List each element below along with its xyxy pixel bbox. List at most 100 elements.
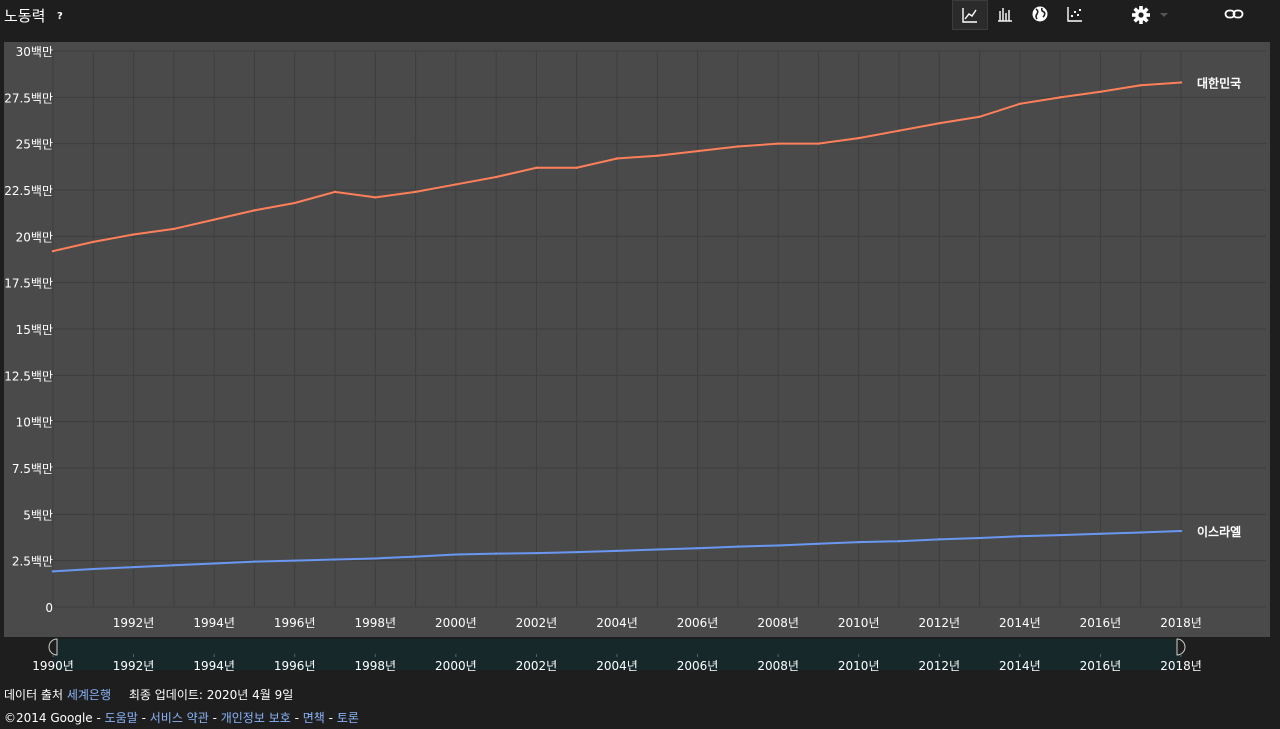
map-button[interactable] — [1023, 0, 1057, 28]
range-start-handle[interactable] — [48, 638, 58, 656]
timeline-label: 2010년 — [838, 659, 880, 672]
globe-icon — [1032, 6, 1048, 22]
data-point[interactable] — [817, 542, 820, 546]
data-point[interactable] — [212, 562, 216, 565]
footer-links: ©2014 Google - 도움말 - 서비스 약관 - 개인정보 보호 - … — [4, 711, 359, 725]
bar-chart-button[interactable] — [988, 0, 1022, 28]
data-point[interactable] — [494, 552, 498, 555]
discussion-link[interactable]: 토론 — [337, 711, 359, 725]
data-point[interactable] — [736, 545, 740, 548]
data-point[interactable] — [938, 122, 941, 125]
data-point[interactable] — [333, 190, 337, 194]
data-point[interactable] — [132, 233, 135, 236]
line-chart: 0 2.5백만 5백만 7.5백만 10백만 12.5백만 15백만 17.5백만 20백만 22… — [4, 45, 1266, 630]
data-point[interactable] — [92, 240, 95, 244]
data-point[interactable] — [253, 209, 256, 212]
data-point[interactable] — [978, 536, 981, 540]
x-tick-label: 2016년 — [1080, 616, 1122, 630]
range-end-handle[interactable] — [1176, 638, 1186, 656]
data-point[interactable] — [615, 157, 619, 160]
data-point[interactable] — [132, 565, 135, 569]
scatter-plot-icon — [1067, 7, 1082, 22]
top-bar: 노동력 ? — [0, 0, 1280, 42]
data-point[interactable] — [1179, 81, 1183, 84]
timeline-slider[interactable]: 1990년 1992년 1994년 1996년 1998년 2000년 2002년 2004년… — [4, 637, 1270, 673]
data-point[interactable] — [51, 249, 55, 253]
y-tick-label: 7.5백만 — [12, 462, 53, 476]
data-point[interactable] — [454, 553, 458, 556]
data-point[interactable] — [817, 142, 820, 145]
timeline-label: 2004년 — [596, 659, 638, 672]
data-point[interactable] — [938, 538, 941, 541]
data-point[interactable] — [696, 149, 699, 153]
line-chart-button[interactable] — [952, 0, 988, 30]
data-point[interactable] — [1139, 531, 1142, 534]
help-icon[interactable]: ? — [57, 11, 63, 22]
data-point[interactable] — [172, 564, 176, 567]
data-point[interactable] — [857, 136, 860, 140]
data-point[interactable] — [1099, 532, 1102, 535]
data-point[interactable] — [1058, 96, 1062, 99]
x-tick-label: 2004년 — [596, 616, 638, 630]
link-icon — [1224, 9, 1244, 19]
data-point[interactable] — [454, 183, 458, 186]
x-tick-label: 2002년 — [516, 616, 558, 630]
terms-link[interactable]: 서비스 약관 — [150, 711, 209, 725]
data-point[interactable] — [333, 558, 337, 561]
data-point[interactable] — [1139, 84, 1142, 87]
data-point[interactable] — [696, 547, 699, 550]
data-point[interactable] — [978, 115, 981, 118]
data-point[interactable] — [253, 560, 256, 563]
timeline-label: 1990년 — [32, 659, 74, 672]
data-source-line: 데이터 출처 세계은행 최종 업데이트: 2020년 4월 9일 — [4, 686, 293, 703]
data-point[interactable] — [656, 548, 659, 551]
data-point[interactable] — [494, 175, 498, 179]
data-point[interactable] — [857, 540, 860, 544]
data-point[interactable] — [656, 154, 659, 157]
x-tick-label: 1996년 — [274, 616, 316, 630]
privacy-link[interactable]: 개인정보 보호 — [221, 711, 291, 725]
data-point[interactable] — [414, 190, 417, 194]
data-point[interactable] — [1018, 535, 1022, 538]
x-tick-label: 2006년 — [677, 616, 719, 630]
data-point[interactable] — [736, 145, 740, 148]
data-point[interactable] — [212, 218, 216, 221]
data-point[interactable] — [776, 142, 780, 145]
data-point[interactable] — [897, 129, 901, 132]
y-tick-label: 15백만 — [16, 323, 53, 337]
data-point[interactable] — [172, 227, 176, 231]
data-point[interactable] — [575, 550, 578, 554]
link-button[interactable] — [1216, 0, 1250, 28]
y-tick-label: 20백만 — [16, 230, 53, 244]
data-point[interactable] — [575, 166, 578, 169]
bar-chart-icon — [998, 8, 1012, 22]
data-point[interactable] — [1058, 533, 1062, 537]
data-point[interactable] — [51, 570, 55, 573]
data-point[interactable] — [374, 196, 377, 199]
data-point[interactable] — [897, 540, 901, 543]
data-point[interactable] — [615, 549, 619, 553]
timeline-label: 1996년 — [274, 659, 316, 672]
timeline-track: 1990년 1992년 1994년 1996년 1998년 2000년 2002년 2004년… — [32, 638, 1202, 673]
data-point[interactable] — [535, 166, 538, 169]
help-link[interactable]: 도움말 — [105, 711, 138, 725]
data-point[interactable] — [92, 567, 95, 571]
settings-button[interactable] — [1123, 0, 1173, 28]
data-point[interactable] — [414, 555, 417, 558]
y-tick-label: 25백만 — [16, 138, 53, 152]
data-point[interactable] — [293, 201, 296, 205]
data-point[interactable] — [293, 559, 296, 562]
x-tick-label: 2008년 — [757, 616, 799, 630]
source-link[interactable]: 세계은행 — [67, 688, 111, 702]
data-point[interactable] — [374, 557, 377, 560]
data-point[interactable] — [1179, 529, 1183, 533]
timeline-label: 2006년 — [677, 659, 719, 672]
y-tick-label: 27.5백만 — [4, 91, 53, 105]
data-point[interactable] — [1099, 90, 1102, 93]
data-point[interactable] — [776, 544, 780, 547]
scatter-button[interactable] — [1058, 0, 1092, 28]
disclaimer-link[interactable]: 면책 — [303, 711, 325, 725]
data-point[interactable] — [1018, 102, 1022, 106]
data-point[interactable] — [535, 551, 538, 555]
y-tick-label: 2.5백만 — [12, 555, 53, 569]
